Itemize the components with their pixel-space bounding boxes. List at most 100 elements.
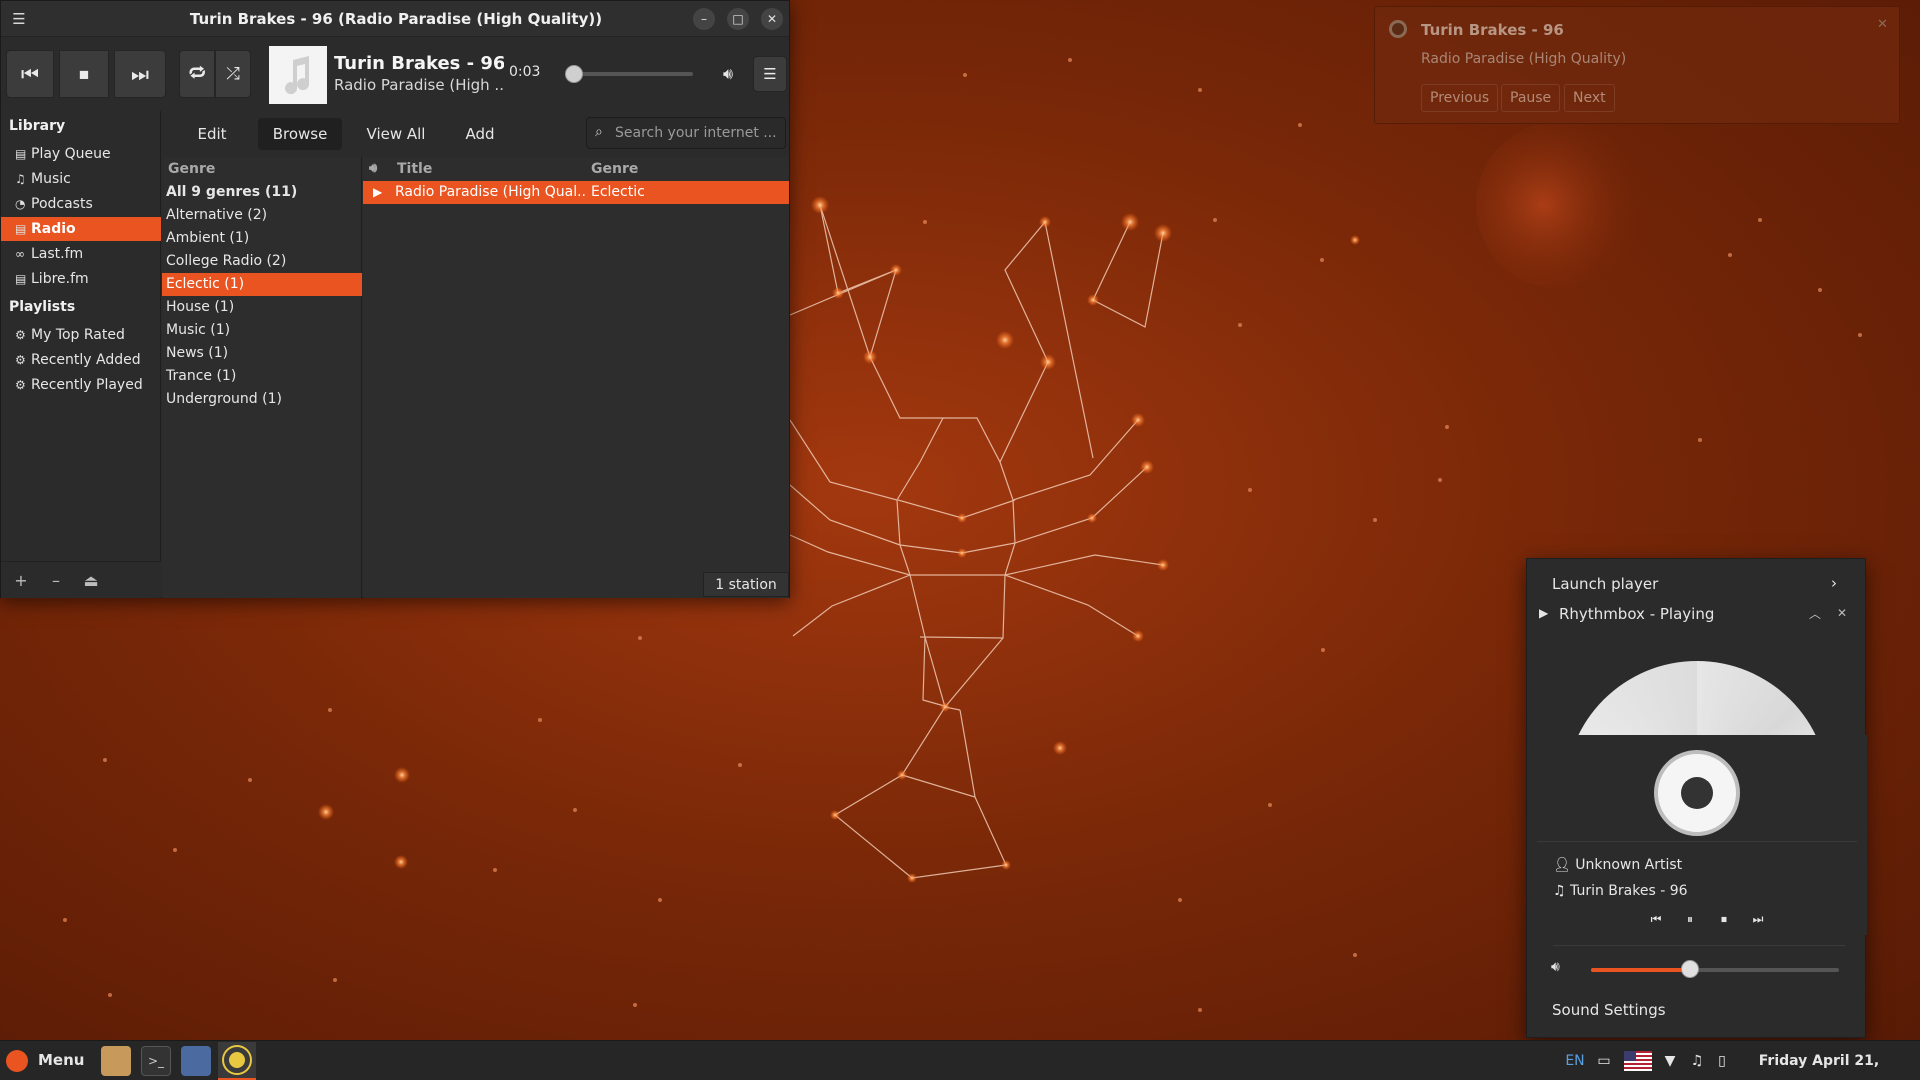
menu-button[interactable]: Menu (4, 1046, 84, 1076)
genre-row[interactable]: News (1) (162, 342, 362, 365)
sidebar-item-label: Recently Added (31, 352, 141, 368)
launch-player-label: Launch player (1552, 575, 1659, 593)
smart-playlist-icon: ⚙ (15, 328, 26, 342)
artist-name: Unknown Artist (1575, 857, 1683, 873)
rhythmbox-window: ☰ Turin Brakes - 96 (Radio Paradise (Hig… (0, 0, 790, 598)
sidebar-item-play-queue[interactable]: ▤ Play Queue (1, 142, 161, 166)
display-icon[interactable]: ▭ (1590, 1041, 1618, 1080)
genre-row[interactable]: Trance (1) (162, 365, 362, 388)
genre-column-header[interactable]: Genre (168, 158, 215, 180)
smart-playlist-icon: ⚙ (15, 353, 26, 367)
keyboard-layout-indicator[interactable]: EN (1560, 1041, 1590, 1080)
launch-player-item[interactable]: Launch player › (1527, 571, 1865, 599)
sidebar-item-podcasts[interactable]: ◔ Podcasts (1, 192, 161, 216)
tab-view-all[interactable]: View All (352, 118, 440, 150)
minimize-icon[interactable]: – (693, 8, 715, 30)
close-icon[interactable]: ✕ (1877, 17, 1888, 32)
stop-icon: ⏹ (1720, 912, 1727, 926)
sidebar-item-my-top-rated[interactable]: ⚙ My Top Rated (1, 323, 161, 347)
window-titlebar[interactable]: ☰ Turin Brakes - 96 (Radio Paradise (Hig… (1, 1, 789, 37)
genre-row[interactable]: College Radio (2) (162, 250, 362, 273)
notification-next-button[interactable]: Next (1564, 84, 1615, 112)
us-flag-icon[interactable] (1624, 1051, 1652, 1071)
sound-settings-item[interactable]: Sound Settings (1552, 1001, 1666, 1019)
sidebar-item-recently-played[interactable]: ⚙ Recently Played (1, 373, 161, 397)
terminal-icon[interactable]: >_ (141, 1046, 171, 1076)
genre-row[interactable]: Underground (1) (162, 388, 362, 411)
genre-row[interactable]: House (1) (162, 296, 362, 319)
volume-icon: 🔊︎ (1551, 959, 1560, 975)
track-row: ♫ Turin Brakes - 96 (1553, 883, 1688, 899)
sidebar-item-recently-added[interactable]: ⚙ Recently Added (1, 348, 161, 372)
divider (1553, 945, 1845, 946)
genre-row[interactable]: Music (1) (162, 319, 362, 342)
tab-browse[interactable]: Browse (258, 118, 342, 150)
add-source-button[interactable]: + (6, 568, 36, 594)
album-art (269, 46, 327, 104)
tab-add[interactable]: Add (452, 118, 508, 150)
stop-button[interactable]: ⏹ (59, 50, 109, 98)
sidebar-item-lastfm[interactable]: ∞ Last.fm (1, 242, 161, 266)
player-status-row[interactable]: ▶ Rhythmbox - Playing ︿ ✕ (1527, 601, 1865, 629)
sidebar-item-label: Last.fm (31, 246, 84, 262)
seek-handle[interactable] (565, 65, 583, 83)
minus-icon: – (52, 571, 60, 590)
shuffle-button[interactable]: ⤮ (215, 50, 251, 98)
player-status: Rhythmbox - Playing (1559, 605, 1715, 623)
popup-next-button[interactable]: ⏭ (1746, 907, 1770, 931)
clock[interactable]: Friday April 21, 09:19:47 (1738, 1041, 1900, 1080)
maximize-icon[interactable]: □ (727, 8, 749, 30)
tab-edit[interactable]: Edit (182, 118, 242, 150)
remove-source-button[interactable]: – (41, 568, 71, 594)
notification-pause-button[interactable]: Pause (1501, 84, 1561, 112)
hamburger-icon[interactable]: ☰ (5, 5, 33, 33)
volume-button[interactable]: 🔊︎ (713, 60, 743, 88)
sound-tray-icon[interactable]: ♫ (1684, 1041, 1710, 1080)
popup-previous-button[interactable]: ⏮ (1644, 907, 1668, 931)
repeat-button[interactable]: 🔁︎ (179, 50, 215, 98)
search-box[interactable]: ⌕ (586, 117, 786, 149)
genre-row[interactable]: Alternative (2) (162, 204, 362, 227)
playing-column-header[interactable]: 🔊︎ (369, 158, 377, 180)
close-icon[interactable]: ✕ (1837, 606, 1847, 620)
sidebar-item-label: Radio (31, 221, 76, 237)
wifi-icon[interactable]: ▼ (1656, 1041, 1684, 1080)
station-list: 🔊︎ Title Genre ▶ Radio Paradise (High Qu… (363, 157, 789, 598)
notification-body: Radio Paradise (High Quality) (1421, 51, 1627, 67)
popup-pause-button[interactable]: ⏸ (1678, 907, 1702, 931)
rhythmbox-task[interactable] (218, 1042, 256, 1080)
battery-icon[interactable]: ▯ (1710, 1041, 1734, 1080)
person-icon: 👤︎ (1553, 857, 1571, 873)
chevron-up-icon[interactable]: ︿ (1809, 605, 1821, 622)
file-manager-icon[interactable] (101, 1046, 131, 1076)
sidebar-item-music[interactable]: ♫ Music (1, 167, 161, 191)
previous-button[interactable]: ⏮ (6, 50, 54, 98)
next-button[interactable]: ⏭ (114, 50, 166, 98)
library-heading: Library (9, 118, 66, 134)
sidebar-item-label: Play Queue (31, 146, 111, 162)
table-row[interactable]: ▶ Radio Paradise (High Qual... Eclectic (363, 181, 789, 204)
notification-previous-button[interactable]: Previous (1421, 84, 1499, 112)
seek-bar[interactable] (573, 72, 693, 76)
title-column-header[interactable]: Title (397, 158, 432, 180)
chevron-right-icon: › (1831, 574, 1837, 592)
notification: Turin Brakes - 96 Radio Paradise (High Q… (1374, 6, 1900, 124)
popup-stop-button[interactable]: ⏹ (1712, 907, 1736, 931)
play-queue-icon: ▤ (15, 147, 27, 161)
image-viewer-icon[interactable] (181, 1046, 211, 1076)
volume-icon: 🔊︎ (722, 64, 734, 83)
station-count: 1 station (703, 572, 789, 597)
volume-handle[interactable] (1681, 960, 1700, 978)
genre-row[interactable]: Ambient (1) (162, 227, 362, 250)
search-input[interactable] (615, 122, 779, 144)
sidebar-item-radio[interactable]: ▤ Radio (1, 217, 161, 241)
sidebar-item-label: Music (31, 171, 71, 187)
app-menu-button[interactable]: ☰ (753, 56, 787, 92)
close-icon[interactable]: ✕ (761, 8, 783, 30)
taskbar: Menu >_ EN ▭ ▼ ♫ ▯ Friday April 21, 09:1… (0, 1040, 1920, 1080)
eject-button[interactable]: ⏏ (76, 568, 106, 594)
sidebar-item-librefm[interactable]: ▤ Libre.fm (1, 267, 161, 291)
genre-column-header[interactable]: Genre (591, 158, 638, 180)
genre-row-selected[interactable]: Eclectic (1) (162, 273, 362, 296)
genre-row-all[interactable]: All 9 genres (11) (162, 181, 362, 204)
